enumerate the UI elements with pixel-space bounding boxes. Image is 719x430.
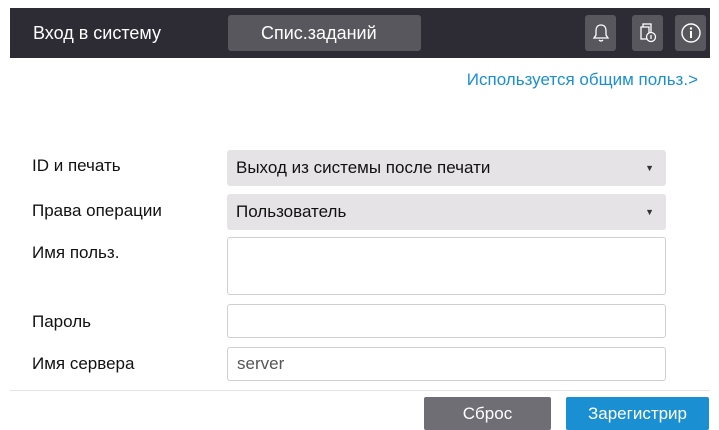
header-bar: Вход в систему Спис.заданий	[10, 8, 710, 58]
printer-queue-icon	[639, 23, 656, 43]
register-button[interactable]: Зарегистрир	[566, 397, 709, 430]
password-input[interactable]	[228, 305, 665, 337]
username-input[interactable]	[228, 238, 665, 294]
divider	[10, 390, 710, 391]
username-label: Имя польз.	[32, 243, 120, 262]
password-label: Пароль	[32, 312, 91, 331]
permission-label: Права операции	[32, 201, 162, 220]
chevron-down-icon: ▼	[645, 163, 654, 173]
username-field[interactable]	[227, 237, 666, 295]
id-print-value: Выход из системы после печати	[236, 158, 491, 177]
id-print-label: ID и печать	[32, 156, 121, 175]
server-field[interactable]	[227, 347, 666, 381]
info-icon	[680, 23, 701, 43]
server-input[interactable]	[228, 348, 665, 380]
info-button[interactable]	[675, 15, 706, 51]
page-title: Вход в систему	[33, 23, 161, 43]
shared-user-link[interactable]: Используется общим польз.>	[467, 70, 698, 90]
id-print-select[interactable]: Выход из системы после печати ▼	[227, 150, 666, 186]
chevron-down-icon: ▼	[645, 207, 654, 217]
permission-value: Пользователь	[236, 202, 347, 221]
password-field[interactable]	[227, 304, 666, 338]
bell-icon	[592, 24, 609, 42]
job-list-tab[interactable]: Спис.заданий	[228, 15, 421, 51]
reset-button[interactable]: Сброс	[424, 397, 551, 430]
notification-button[interactable]	[585, 15, 616, 51]
permission-select[interactable]: Пользователь ▼	[227, 194, 666, 230]
server-label: Имя сервера	[32, 354, 135, 373]
job-status-button[interactable]	[632, 15, 663, 51]
